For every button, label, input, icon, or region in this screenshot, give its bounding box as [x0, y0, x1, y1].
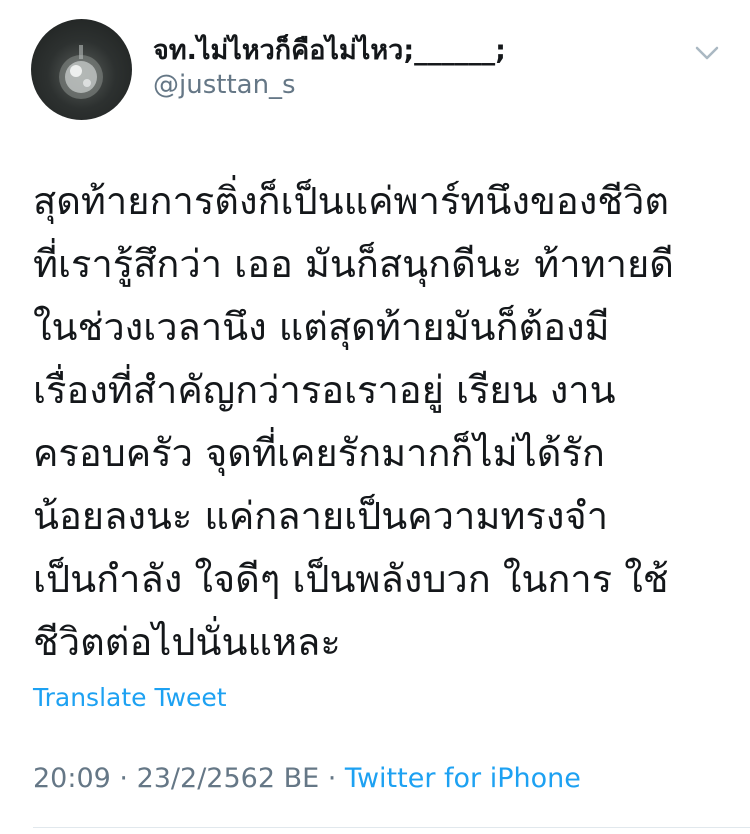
tweet-text-line: เป็นกำลัง ใจดีๆ เป็นพลังบวก ในการ ใช้	[33, 557, 669, 601]
tweet-text-line: เรื่องที่สำคัญกว่ารอเราอยู่ เรียน งาน	[33, 368, 616, 412]
author-handle[interactable]: @justtan_s	[153, 70, 296, 100]
tweet-text-line: ในช่วงเวลานึง แต่สุดท้ายมันก็ต้องมี	[33, 305, 610, 349]
meta-separator: ·	[110, 763, 137, 794]
tweet-text-line: สุดท้ายการติ่งก็เป็นแค่พาร์ทนึงของชีวิต	[33, 179, 670, 223]
meta-separator: ·	[319, 763, 345, 794]
tweet-text-line: ชีวิตต่อไปนั่นแหละ	[33, 620, 341, 664]
tweet-header: จท.ไม่ไหวก็คือไม่ไหว;______; @justtan_s	[0, 0, 750, 140]
avatar-image	[59, 45, 103, 99]
tweet-date: 23/2/2562 BE	[136, 763, 320, 794]
chevron-down-icon[interactable]	[693, 43, 721, 63]
tweet-text-line: น้อยลงนะ แค่กลายเป็นความทรงจำ	[33, 494, 609, 538]
divider	[33, 827, 750, 828]
tweet-text: สุดท้ายการติ่งก็เป็นแค่พาร์ทนึงของชีวิต …	[33, 170, 738, 674]
avatar[interactable]	[31, 19, 132, 120]
tweet-meta: 20:09 · 23/2/2562 BE · Twitter for iPhon…	[33, 763, 581, 794]
author-display-name[interactable]: จท.ไม่ไหวก็คือไม่ไหว;______;	[153, 28, 506, 71]
tweet-text-line: ที่เรารู้สึกว่า เออ มันก็สนุกดีนะ ท้าทาย…	[33, 242, 674, 286]
translate-tweet-link[interactable]: Translate Tweet	[33, 683, 227, 712]
tweet-source-link[interactable]: Twitter for iPhone	[345, 763, 581, 794]
tweet-text-line: ครอบครัว จุดที่เคยรักมากก็ไม่ได้รัก	[33, 431, 605, 475]
tweet-time: 20:09	[33, 763, 111, 794]
